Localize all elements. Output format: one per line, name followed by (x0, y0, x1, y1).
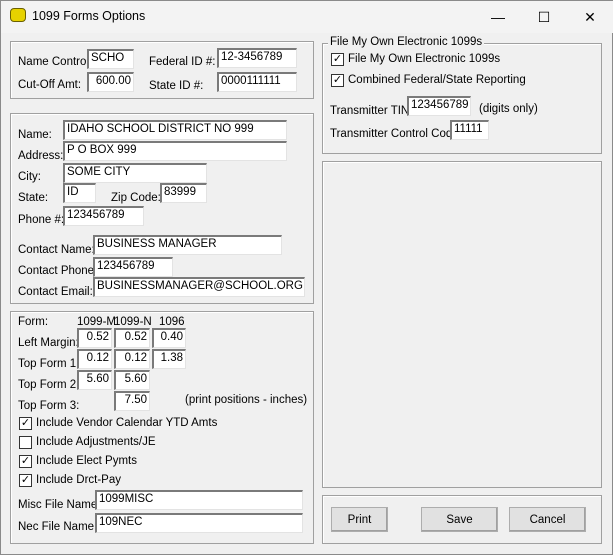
form-label: Form: (18, 316, 49, 328)
save-button[interactable]: Save (421, 507, 498, 532)
tin-hint: (digits only) (479, 103, 538, 115)
top-form-2-label: Top Form 2: (18, 379, 80, 391)
combined-reporting-checkbox[interactable]: ✓ (331, 74, 344, 87)
cutoff-input[interactable]: 600.00 (87, 72, 134, 92)
electronic-group-title: File My Own Electronic 1099s (328, 36, 485, 48)
phone-input[interactable]: 123456789 (63, 206, 144, 226)
file-own-label: File My Own Electronic 1099s (348, 53, 501, 65)
top-form-3-1099n[interactable]: 7.50 (114, 391, 150, 411)
combined-reporting-label: Combined Federal/State Reporting (348, 74, 526, 86)
top-form-1-1099m[interactable]: 0.12 (77, 349, 112, 369)
left-margin-label: Left Margin: (18, 337, 79, 349)
misc-file-input[interactable]: 1099MISC (95, 490, 303, 510)
zip-label: Zip Code: (111, 192, 161, 204)
left-margin-1099m[interactable]: 0.52 (77, 328, 112, 348)
tin-label: Transmitter TIN: (330, 105, 413, 117)
top-form-2-1099m[interactable]: 5.60 (77, 370, 112, 390)
print-button[interactable]: Print (331, 507, 388, 532)
app-icon (10, 8, 26, 22)
col-1099n: 1099-N (114, 316, 152, 328)
tcc-label: Transmitter Control Code: (330, 128, 462, 140)
elect-pymts-label: Include Elect Pymts (36, 455, 137, 467)
left-margin-1099n[interactable]: 0.52 (114, 328, 150, 348)
top-form-3-label: Top Form 3: (18, 400, 80, 412)
top-form-1-label: Top Form 1: (18, 358, 80, 370)
contact-phone-input[interactable]: 123456789 (93, 257, 173, 277)
address-label: Address: (18, 150, 64, 162)
state-input[interactable]: ID (63, 183, 96, 203)
drct-pay-label: Include Drct-Pay (36, 474, 122, 486)
tin-input[interactable]: 123456789 (407, 96, 471, 116)
maximize-button[interactable]: ☐ (521, 1, 567, 33)
state-id-input[interactable]: 0000111111 (217, 72, 297, 92)
tcc-input[interactable]: 11111 (450, 120, 489, 140)
col-1096: 1096 (159, 316, 185, 328)
zip-input[interactable]: 83999 (160, 183, 207, 203)
nec-file-input[interactable]: 109NEC (95, 513, 303, 533)
city-label: City: (18, 171, 41, 183)
close-button[interactable]: ✕ (567, 1, 613, 33)
contact-name-input[interactable]: BUSINESS MANAGER (93, 235, 282, 255)
state-id-label: State ID #: (149, 80, 204, 92)
federal-id-label: Federal ID #: (149, 56, 216, 68)
misc-file-label: Misc File Name: (18, 499, 101, 511)
blank-panel (322, 161, 602, 488)
vendor-ytd-label: Include Vendor Calendar YTD Amts (36, 417, 218, 429)
cutoff-label: Cut-Off Amt: (18, 79, 82, 91)
contact-name-label: Contact Name: (18, 244, 95, 256)
vendor-ytd-checkbox[interactable]: ✓ (19, 417, 32, 430)
name-control-input[interactable]: SCHO (87, 49, 134, 69)
left-margin-1096[interactable]: 0.40 (152, 328, 186, 348)
elect-pymts-checkbox[interactable]: ✓ (19, 455, 32, 468)
name-input[interactable]: IDAHO SCHOOL DISTRICT NO 999 (63, 120, 287, 140)
contact-email-input[interactable]: BUSINESSMANAGER@SCHOOL.ORG (93, 277, 305, 297)
col-1099m: 1099-M (77, 316, 116, 328)
contact-phone-label: Contact Phone: (18, 265, 98, 277)
adjustments-label: Include Adjustments/JE (36, 436, 156, 448)
minimize-button[interactable]: — (475, 1, 521, 33)
federal-id-input[interactable]: 12-3456789 (217, 48, 297, 68)
contact-email-label: Contact Email: (18, 286, 93, 298)
cancel-button[interactable]: Cancel (509, 507, 586, 532)
file-own-checkbox[interactable]: ✓ (331, 53, 344, 66)
drct-pay-checkbox[interactable]: ✓ (19, 474, 32, 487)
top-form-2-1099n[interactable]: 5.60 (114, 370, 150, 390)
city-input[interactable]: SOME CITY (63, 163, 207, 183)
state-label: State: (18, 192, 49, 204)
adjustments-checkbox[interactable] (19, 436, 32, 449)
top-form-1-1099n[interactable]: 0.12 (114, 349, 150, 369)
top-form-1-1096[interactable]: 1.38 (152, 349, 186, 369)
print-positions-note: (print positions - inches) (185, 394, 308, 406)
name-label: Name: (18, 129, 52, 141)
name-control-label: Name Control: (18, 56, 93, 68)
address-input[interactable]: P O BOX 999 (63, 141, 287, 161)
phone-label: Phone #: (18, 214, 65, 226)
nec-file-label: Nec File Name: (18, 521, 98, 533)
window-title: 1099 Forms Options (32, 9, 146, 23)
